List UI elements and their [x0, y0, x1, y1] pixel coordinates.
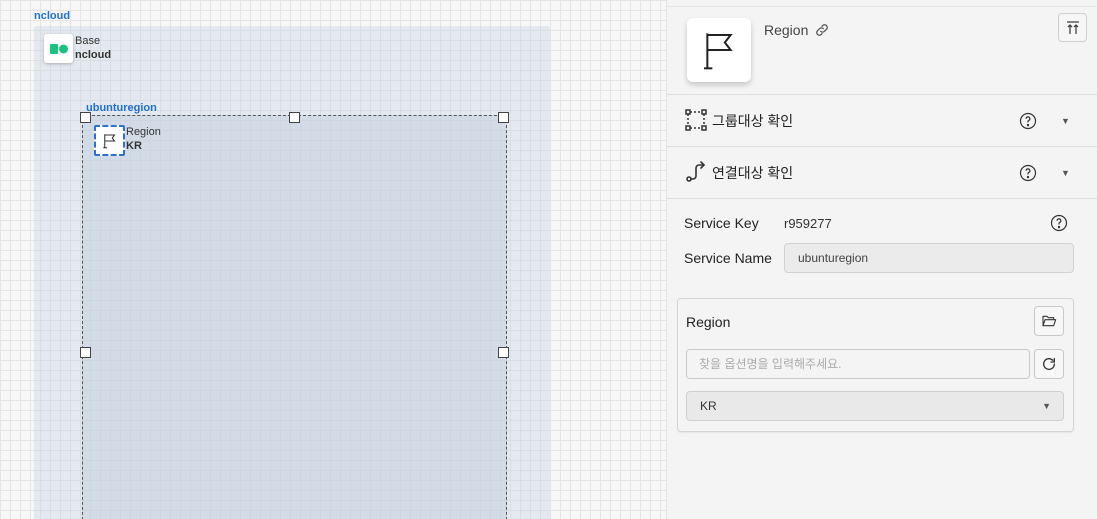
resize-handle-top-left[interactable] — [80, 112, 91, 123]
chevron-down-icon[interactable]: ▼ — [1061, 116, 1070, 126]
flag-icon — [102, 133, 116, 148]
base-node-type: Base — [75, 35, 101, 47]
chevron-down-icon[interactable]: ▼ — [1061, 168, 1070, 178]
refresh-button[interactable] — [1034, 349, 1064, 379]
region-node-text: Region KR — [126, 125, 161, 153]
region-node-type: Region — [126, 126, 161, 138]
region-group-label[interactable]: ubunturegion — [86, 102, 157, 114]
link-icon[interactable] — [814, 22, 830, 38]
region-card: Region KR ▼ — [677, 298, 1074, 432]
flag-icon — [704, 33, 733, 70]
accordion-connection-targets-label: 연결대상 확인 — [712, 164, 794, 181]
region-node-name: KR — [126, 140, 142, 152]
open-folder-button[interactable] — [1034, 306, 1064, 336]
region-select[interactable]: KR ▼ — [686, 391, 1064, 421]
resize-handle-top-right[interactable] — [498, 112, 509, 123]
resize-handle-left[interactable] — [80, 347, 91, 358]
folder-open-icon — [1042, 315, 1057, 327]
accordion-group-targets-label: 그룹대상 확인 — [712, 112, 794, 129]
accordion-group-targets[interactable]: 그룹대상 확인 ▼ — [667, 94, 1097, 146]
chevron-down-icon: ▼ — [1042, 401, 1051, 411]
resize-handle-top[interactable] — [289, 112, 300, 123]
option-search-input[interactable] — [686, 349, 1030, 379]
diagram-canvas[interactable]: ncloud Base ncloud ubunturegion Region K… — [0, 0, 666, 519]
refresh-icon — [1043, 358, 1055, 370]
region-node[interactable] — [94, 125, 125, 156]
service-name-input[interactable] — [784, 243, 1074, 273]
accordion-connection-targets[interactable]: 연결대상 확인 ▼ — [667, 146, 1097, 198]
help-icon[interactable] — [1050, 214, 1068, 232]
group-select-icon — [685, 109, 707, 131]
ncloud-group-label[interactable]: ncloud — [34, 10, 70, 22]
service-info-section: Service Key r959277 Service Name — [667, 198, 1097, 284]
base-node-name: ncloud — [75, 49, 112, 61]
base-node-text: Base ncloud — [75, 34, 111, 62]
region-select-value: KR — [700, 399, 717, 413]
ncloud-logo-icon — [49, 43, 68, 54]
collapse-panel-button[interactable] — [1058, 13, 1087, 42]
help-icon[interactable] — [1019, 112, 1037, 130]
service-key-label: Service Key — [684, 215, 759, 231]
panel-divider — [667, 6, 1097, 7]
panel-title-text: Region — [764, 22, 809, 38]
help-icon[interactable] — [1019, 164, 1037, 182]
panel-title: Region — [764, 22, 830, 38]
collapse-top-icon — [1066, 20, 1079, 34]
connection-icon — [686, 161, 706, 182]
properties-panel: Region 그룹대상 확인 ▼ 연결대상 확인 ▼ Service Key r… — [666, 0, 1097, 519]
region-card-title: Region — [686, 314, 731, 330]
resource-icon-tile — [687, 18, 751, 82]
service-key-value: r959277 — [784, 216, 832, 231]
service-name-label: Service Name — [684, 250, 772, 266]
base-node[interactable] — [44, 34, 73, 63]
resize-handle-right[interactable] — [498, 347, 509, 358]
region-group-selected[interactable] — [82, 115, 507, 519]
